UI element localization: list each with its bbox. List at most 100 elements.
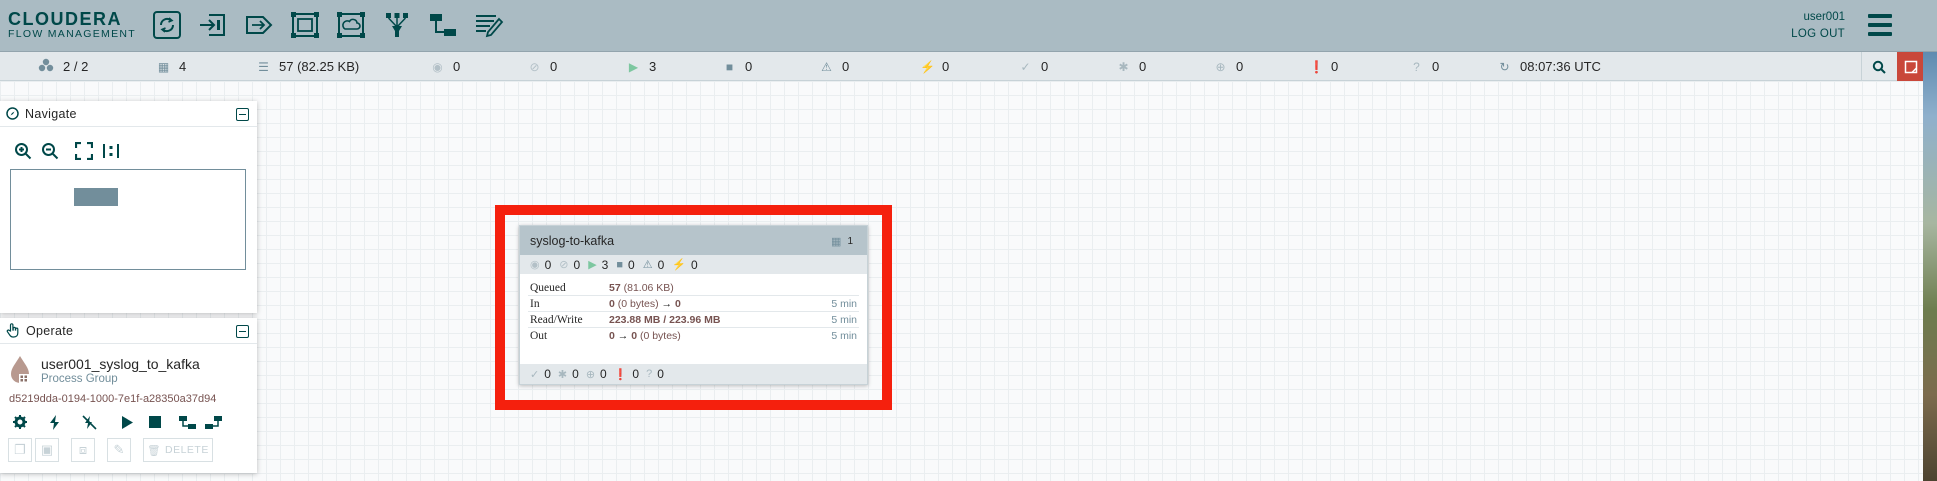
navigate-header[interactable]: Navigate <box>0 101 257 127</box>
in-label: In <box>530 298 540 310</box>
process-group-name: syslog-to-kafka <box>530 233 615 248</box>
processor-icon[interactable] <box>150 9 184 41</box>
readwrite-time: 5 min <box>831 314 857 326</box>
queued-size: (81.06 KB) <box>620 282 674 294</box>
ports-value: 1 <box>847 236 853 247</box>
hand-pointer-icon <box>6 323 19 338</box>
flow-canvas[interactable] <box>0 81 1937 481</box>
exclamation-icon: ❗ <box>613 368 628 381</box>
start-play-icon[interactable] <box>115 410 139 434</box>
search-icon[interactable] <box>1861 52 1895 81</box>
operate-panel: Operate user001_syslog_to_kafka Process … <box>0 318 257 473</box>
stop-icon[interactable] <box>143 410 167 434</box>
stopped-status: ■ 0 <box>723 52 752 81</box>
create-template-icon[interactable] <box>175 410 199 434</box>
cluster-value: 2 / 2 <box>63 59 89 74</box>
process-group-card[interactable]: syslog-to-kafka ▦ 1 ◉ 0 ⊘ 0 ▶ 3 ■ 0 ⚠ 0 ⚡ 0 Qu… <box>519 225 868 385</box>
transmitting-remote-value: 0 <box>453 59 461 74</box>
process-group-versions: ✓ 0 ✱ 0 ⊕ 0 ❗ 0 ? 0 <box>520 364 867 384</box>
configure-gear-icon[interactable] <box>8 410 32 434</box>
in-size: (0 bytes) <box>614 298 659 310</box>
pg-invalid-value: 0 <box>657 257 665 272</box>
birdseye-process-group <box>74 188 118 206</box>
flow-status-bar: 2 / 2 ▦ 4 ☰ 57 (82.25 KB) ◉ 0 ⊘ 0 ▶ 3 ■ … <box>0 52 1937 81</box>
transmitting-remote-status: ◉ 0 <box>431 52 460 81</box>
warning-icon: ⚠ <box>642 259 653 271</box>
remote-process-group-icon[interactable] <box>334 9 368 41</box>
list-icon: ☰ <box>258 59 269 74</box>
asterisk-icon: ✱ <box>1118 59 1129 74</box>
not-transmitting-status: ⊘ 0 <box>528 52 557 81</box>
disable-icon[interactable] <box>77 410 101 434</box>
fit-screen-icon[interactable] <box>73 140 95 162</box>
process-group-icon[interactable] <box>288 9 322 41</box>
delete-button[interactable]: 🗑 DELETE <box>143 438 213 462</box>
exclamation-icon: ❗ <box>1309 59 1324 74</box>
out-row: Out 0 → 0 (0 bytes) 5 min <box>528 328 859 344</box>
out-value: 0 → 0 (0 bytes) <box>609 330 681 342</box>
funnel-icon[interactable] <box>380 9 414 41</box>
up-to-date-value: 0 <box>1041 59 1049 74</box>
copy-icon[interactable]: ❐ <box>8 438 32 462</box>
pg-sync-failure-value: 0 <box>657 367 664 381</box>
locally-modified-status: ✱ 0 <box>1117 52 1146 81</box>
cloudera-logo[interactable]: CLOUDERA FLOW MANAGEMENT <box>8 9 137 40</box>
in-value: 0 (0 bytes) → 0 <box>609 298 681 310</box>
transmitting-icon: ◉ <box>530 259 540 271</box>
running-value: 3 <box>649 59 657 74</box>
stale-icon: ⊕ <box>1215 59 1226 74</box>
stop-icon: ■ <box>616 258 624 271</box>
input-port-icon[interactable] <box>196 9 230 41</box>
locally-modified-stale-value: 0 <box>1331 59 1339 74</box>
warning-icon: ⚠ <box>821 59 832 74</box>
actual-size-icon[interactable] <box>100 140 122 162</box>
bulletin-board-icon[interactable] <box>1897 52 1925 81</box>
in-row: In 0 (0 bytes) → 0 5 min <box>528 296 859 312</box>
collapse-icon[interactable] <box>236 325 249 338</box>
logout-link[interactable]: LOG OUT <box>1791 28 1845 40</box>
process-group-stats: ◉ 0 ⊘ 0 ▶ 3 ■ 0 ⚠ 0 ⚡ 0 <box>520 255 867 274</box>
process-group-header[interactable]: syslog-to-kafka ▦ 1 <box>520 226 867 255</box>
stale-icon: ⊕ <box>585 368 596 381</box>
label-icon[interactable] <box>472 9 506 41</box>
logo-brand: CLOUDERA <box>8 9 122 29</box>
play-icon: ▶ <box>628 59 639 74</box>
asterisk-icon: ✱ <box>557 368 568 381</box>
sync-failure-status: ? 0 <box>1410 52 1439 81</box>
logo-product: FLOW MANAGEMENT <box>8 28 137 40</box>
refresh-icon[interactable]: ↻ <box>1498 60 1511 74</box>
output-port-icon[interactable] <box>242 9 276 41</box>
queued-value: 57 (82.25 KB) <box>279 59 360 74</box>
paste-icon[interactable]: ▣ <box>35 438 59 462</box>
in-dest: 0 <box>674 298 681 310</box>
selected-component-id: d5219dda-0194-1000-7e1f-a28350a37d94 <box>9 393 217 405</box>
locally-modified-stale-status: ❗ 0 <box>1309 52 1338 81</box>
header: CLOUDERA FLOW MANAGEMENT user001 LOG OUT <box>0 0 1937 52</box>
readwrite-label: Read/Write <box>530 314 583 326</box>
enable-bolt-icon[interactable] <box>43 410 67 434</box>
readwrite-row: Read/Write 223.88 MB / 223.96 MB 5 min <box>528 312 859 328</box>
upload-template-icon[interactable] <box>201 410 225 434</box>
global-menu-icon[interactable] <box>1868 14 1892 36</box>
collapse-icon[interactable] <box>236 108 249 121</box>
stop-icon: ■ <box>725 59 734 74</box>
disabled-status: ⚡ 0 <box>920 52 949 81</box>
invalid-value: 0 <box>842 59 850 74</box>
birdseye-view[interactable] <box>10 169 246 270</box>
not-transmitting-icon: ⊘ <box>529 59 540 74</box>
last-refresh-time: 08:07:36 UTC <box>1520 59 1601 74</box>
zoom-out-icon[interactable] <box>39 140 61 162</box>
out-arrow: → <box>614 330 632 342</box>
zoom-in-icon[interactable] <box>12 140 34 162</box>
transmitting-status: ▦ 4 <box>157 52 186 81</box>
process-group-metrics: Queued 57 (81.06 KB) In 0 (0 bytes) → 0 … <box>520 280 867 344</box>
pg-stopped-value: 0 <box>628 257 635 272</box>
operate-header[interactable]: Operate <box>0 318 257 344</box>
running-status: ▶ 3 <box>627 52 656 81</box>
group-icon[interactable]: ⧈ <box>71 438 95 462</box>
disabled-icon: ⚡ <box>672 259 686 271</box>
readwrite-value: 223.88 MB / 223.96 MB <box>609 314 720 326</box>
play-icon: ▶ <box>588 259 597 271</box>
template-icon[interactable] <box>426 9 460 41</box>
color-brush-icon[interactable]: ✎ <box>107 438 131 462</box>
